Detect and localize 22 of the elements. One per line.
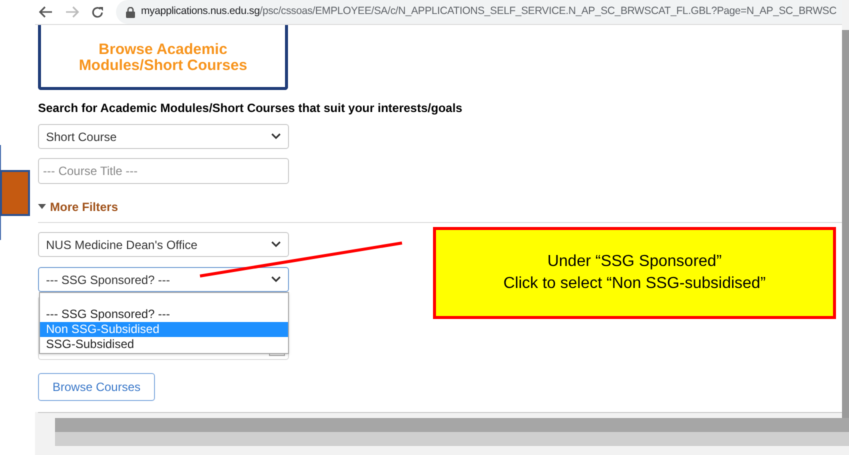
url-host: myapplications.nus.edu.sg — [141, 4, 260, 20]
chevron-down-icon — [271, 241, 281, 248]
more-filters-toggle[interactable]: More Filters — [38, 198, 118, 216]
chevron-down-icon — [271, 276, 281, 283]
browse-courses-button[interactable]: Browse Courses — [38, 373, 155, 401]
url-path: /psc/cssoas/EMPLOYEE/SA/c/N_APPLICATIONS_SELF_SERVICE.N_AP_SC_BRWSCAT_FL.GBL?Page=N_AP_SC_BRWSC — [260, 4, 836, 20]
callout-text: Under “SSG Sponsored” — [547, 252, 722, 272]
search-heading: Search for Academic Modules/Short Courses that suit your interests/goals — [38, 100, 464, 117]
chevron-down-icon — [271, 133, 281, 140]
reload-icon[interactable] — [91, 6, 104, 18]
lock-icon — [126, 6, 135, 18]
department-select[interactable]: NUS Medicine Dean's Office — [38, 232, 289, 257]
back-arrow-icon[interactable] — [39, 6, 53, 18]
dropdown-option[interactable]: --- SSG Sponsored? --- — [40, 307, 288, 322]
ssg-sponsored-select[interactable]: --- SSG Sponsored? --- — [38, 267, 289, 292]
dropdown-option[interactable]: SSG-Subsidised — [40, 337, 288, 352]
banner-title: Browse Academic Modules/Short Courses — [78, 42, 248, 74]
course-title-field[interactable]: --- Course Title --- — [38, 158, 289, 184]
address-bar[interactable]: myapplications.nus.edu.sg/psc/cssoas/EMPLOYEE/SA/c/N_APPLICATIONS_SELF_SERVICE.N_AP_SC_BRWSCAT_FL.GBL?Page=N_AP_SC_BRWSC — [116, 0, 842, 24]
callout-text: Click to select “Non SSG-subsidised” — [503, 274, 766, 294]
course-type-select[interactable]: Short Course — [38, 124, 289, 149]
slide-shape — [0, 170, 30, 216]
